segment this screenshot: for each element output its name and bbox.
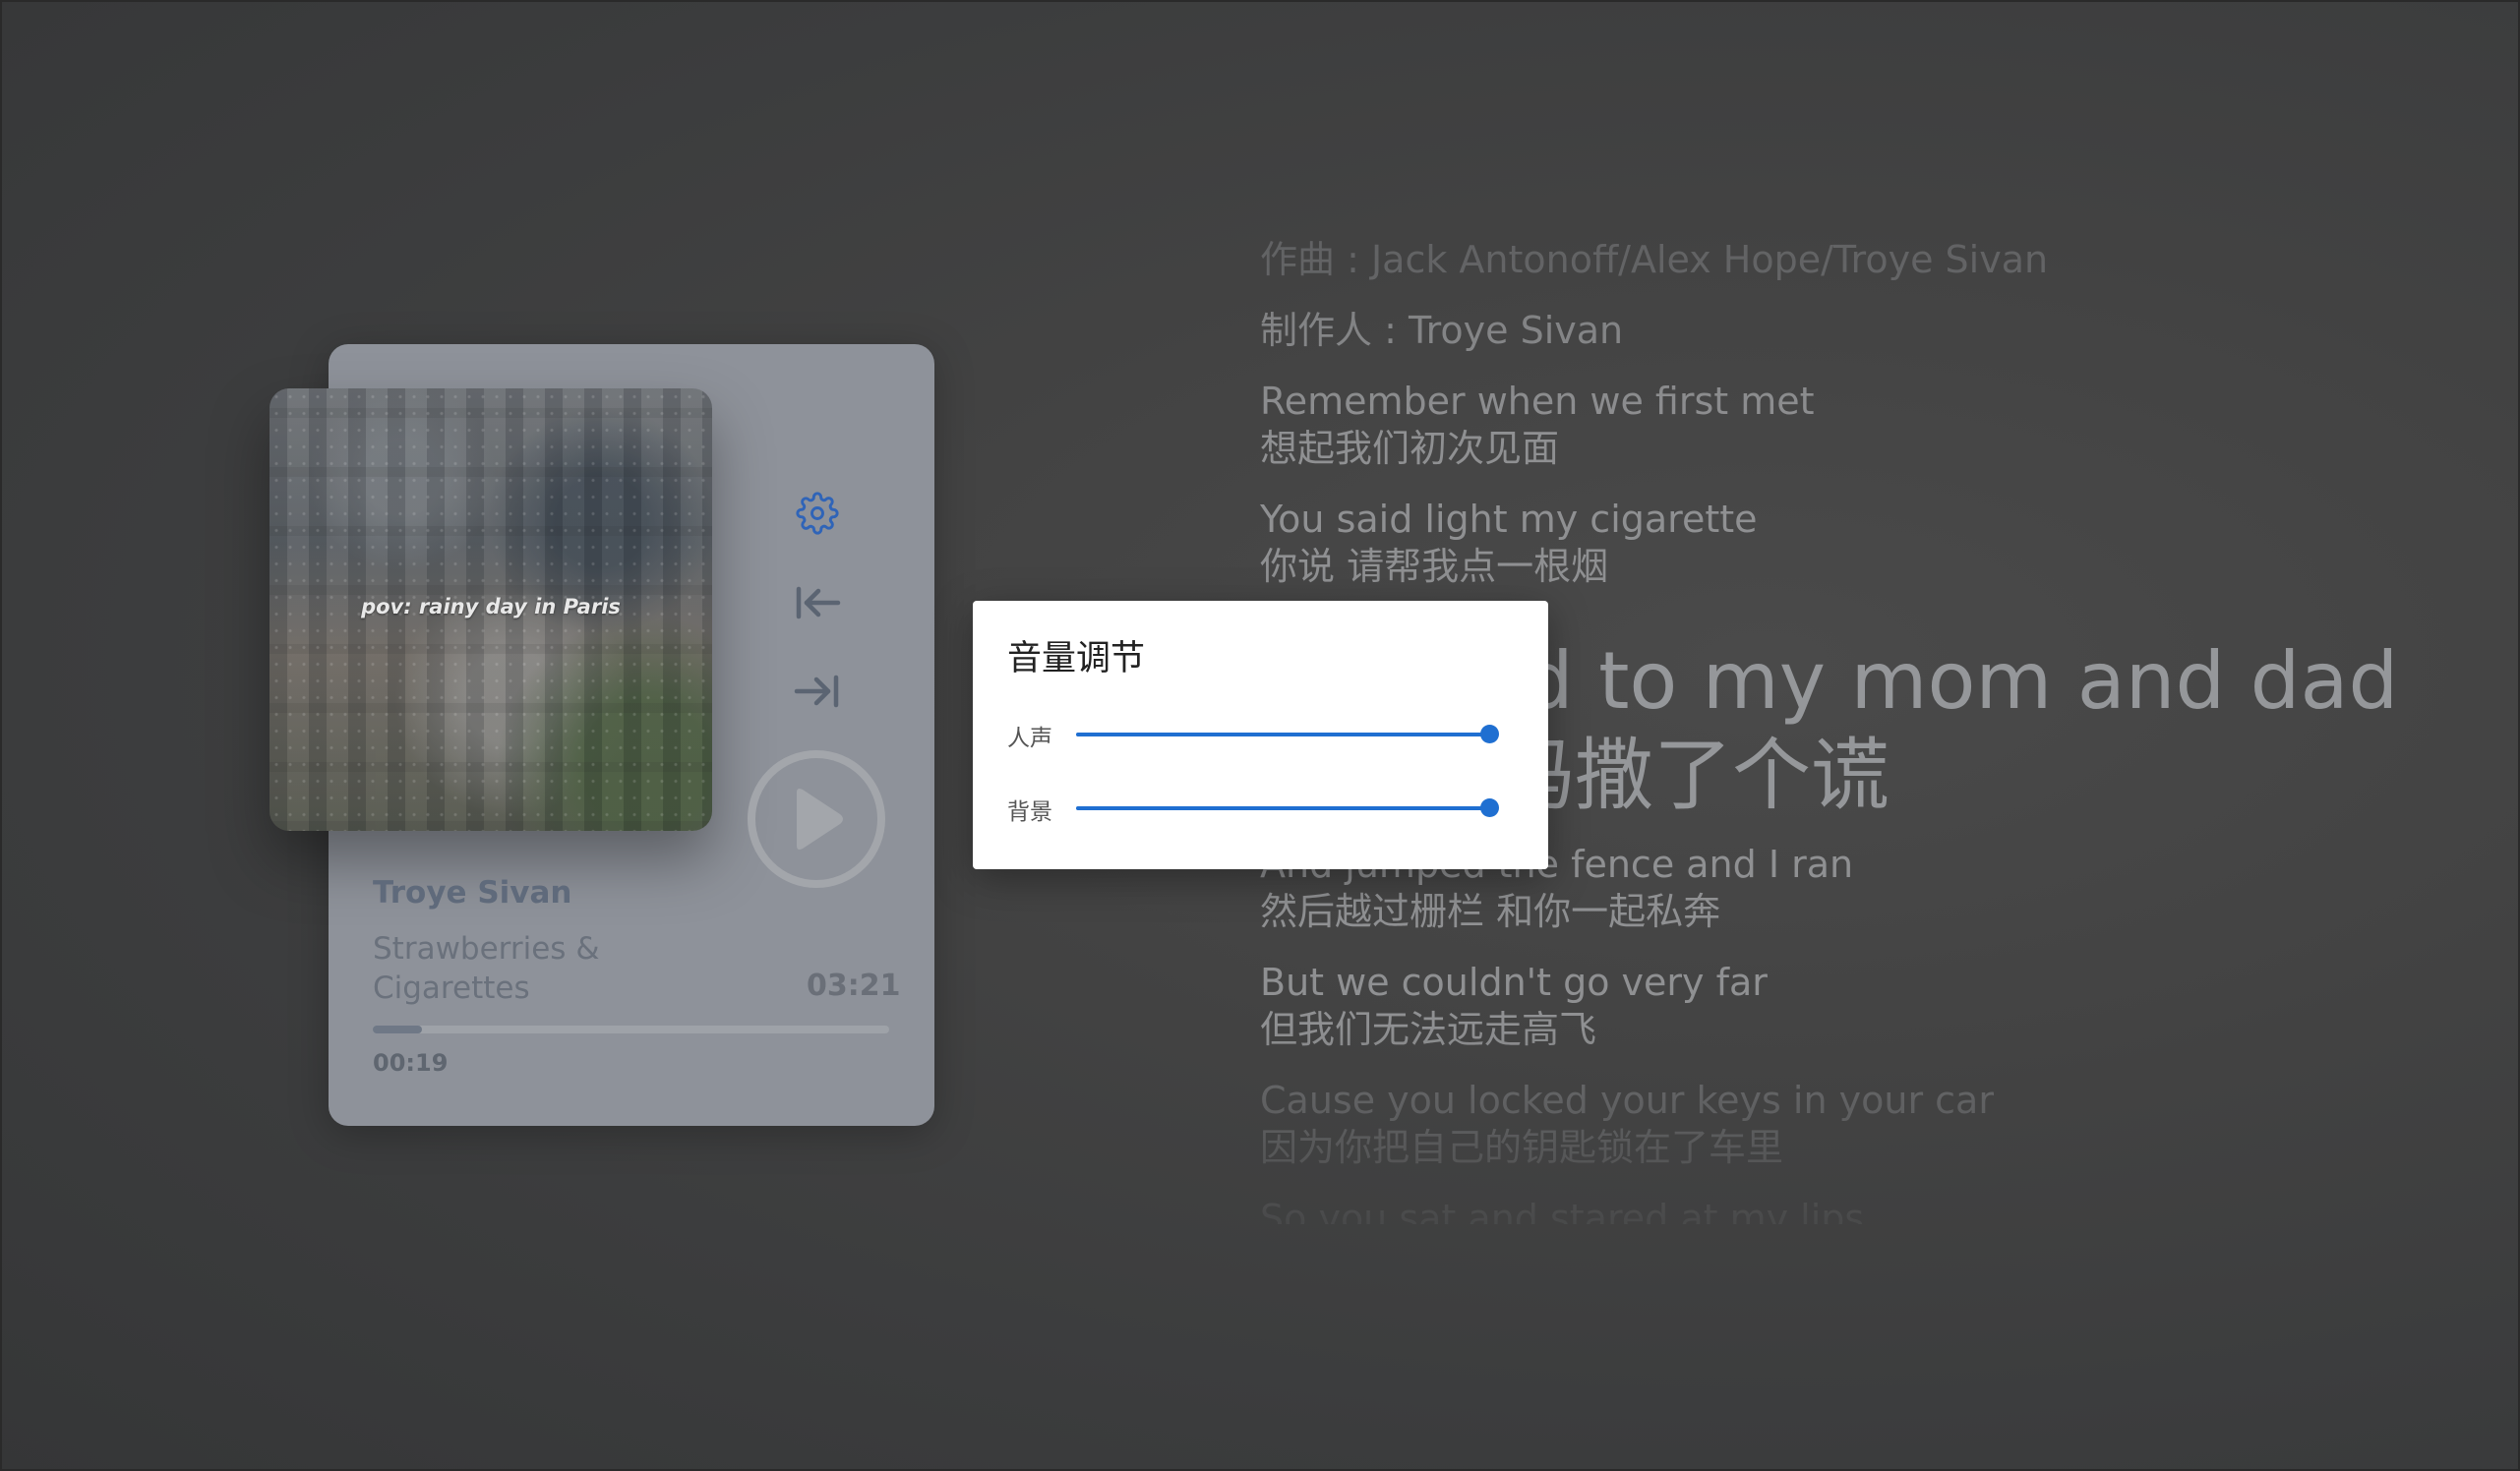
slider-fill	[1076, 733, 1489, 736]
lyric-text: So you sat and stared at my lips	[1260, 1197, 1865, 1224]
track-duration: 03:21	[807, 969, 901, 1003]
lyric-translation: 然后越过栅栏 和你一起私奔	[1260, 890, 1721, 933]
lyric-text: You said light my cigarette	[1260, 498, 1758, 541]
album-caption: pov: rainy day in Paris	[361, 595, 621, 618]
vocal-volume-slider[interactable]: 人声	[1007, 715, 1519, 754]
slider-thumb[interactable]	[1480, 798, 1499, 817]
play-icon	[797, 789, 843, 850]
lyric-text: 作曲 : Jack Antonoff/Alex Hope/Troye Sivan	[1260, 238, 2049, 281]
lyric-line: Remember when we first met 想起我们初次见面	[1260, 378, 1815, 472]
slider-fill	[1076, 806, 1489, 810]
lyric-line: So you sat and stared at my lips	[1260, 1195, 1864, 1224]
lyric-translation: 你说 请帮我点一根烟	[1260, 545, 1609, 588]
lyric-translation: 因为你把自己的钥匙锁在了车里	[1260, 1126, 1784, 1169]
track-title: Strawberries & Cigarettes	[373, 931, 600, 1006]
lyric-line: You said light my cigarette 你说 请帮我点一根烟	[1260, 496, 1758, 590]
lyric-line: 作曲 : Jack Antonoff/Alex Hope/Troye Sivan	[1260, 236, 2048, 283]
elapsed-time: 00:19	[373, 1049, 449, 1077]
slider-label-vocal: 人声	[1007, 726, 1052, 751]
lyric-translation: 想起我们初次见面	[1260, 427, 1560, 470]
gear-icon	[796, 492, 839, 535]
artist-name: Troye Sivan	[373, 875, 572, 911]
lyric-text: Cause you locked your keys in your car	[1260, 1079, 1994, 1122]
dialog-title: 音量调节	[1007, 639, 1146, 678]
progress-fill	[373, 1026, 422, 1033]
lyric-text: 制作人 : Troye Sivan	[1260, 309, 1624, 352]
slider-label-background: 背景	[1007, 799, 1052, 825]
slider-track[interactable]	[1076, 798, 1499, 817]
lyric-line: 制作人 : Troye Sivan	[1260, 307, 1623, 354]
lyric-line: Cause you locked your keys in your car 因…	[1260, 1077, 1994, 1171]
play-button[interactable]	[748, 750, 885, 888]
lyric-text: Remember when we first met	[1260, 380, 1815, 423]
settings-button[interactable]	[792, 488, 843, 539]
progress-bar[interactable]	[373, 1026, 889, 1033]
album-cover: pov: rainy day in Paris	[270, 388, 712, 831]
slider-thumb[interactable]	[1480, 725, 1499, 743]
skip-next-icon	[794, 675, 839, 708]
lyric-text: But we couldn't go very far	[1260, 961, 1768, 1004]
next-track-button[interactable]	[792, 666, 843, 717]
skip-previous-icon	[796, 586, 841, 619]
volume-dialog: 音量调节 人声 背景	[973, 601, 1548, 869]
lyric-translation: 但我们无法远走高飞	[1260, 1008, 1597, 1051]
slider-track[interactable]	[1076, 725, 1499, 743]
previous-track-button[interactable]	[792, 577, 843, 628]
lyric-line: But we couldn't go very far 但我们无法远走高飞	[1260, 959, 1768, 1053]
background-volume-slider[interactable]: 背景	[1007, 789, 1519, 828]
